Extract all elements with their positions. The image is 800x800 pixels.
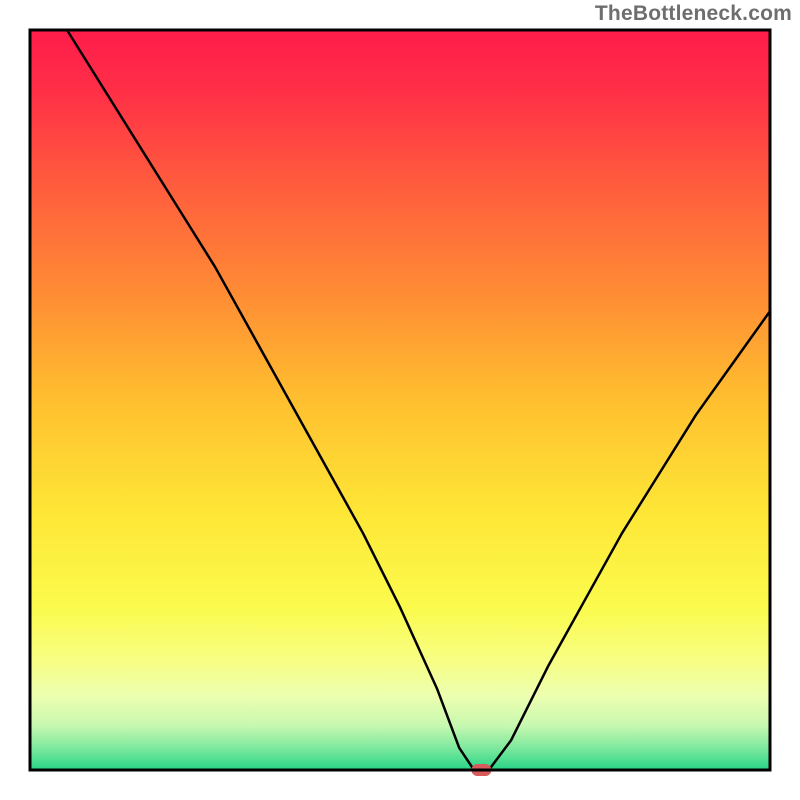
bottleneck-chart [0,0,800,800]
watermark-text: TheBottleneck.com [595,2,792,26]
chart-background-gradient [30,30,770,770]
chart-container: TheBottleneck.com [0,0,800,800]
